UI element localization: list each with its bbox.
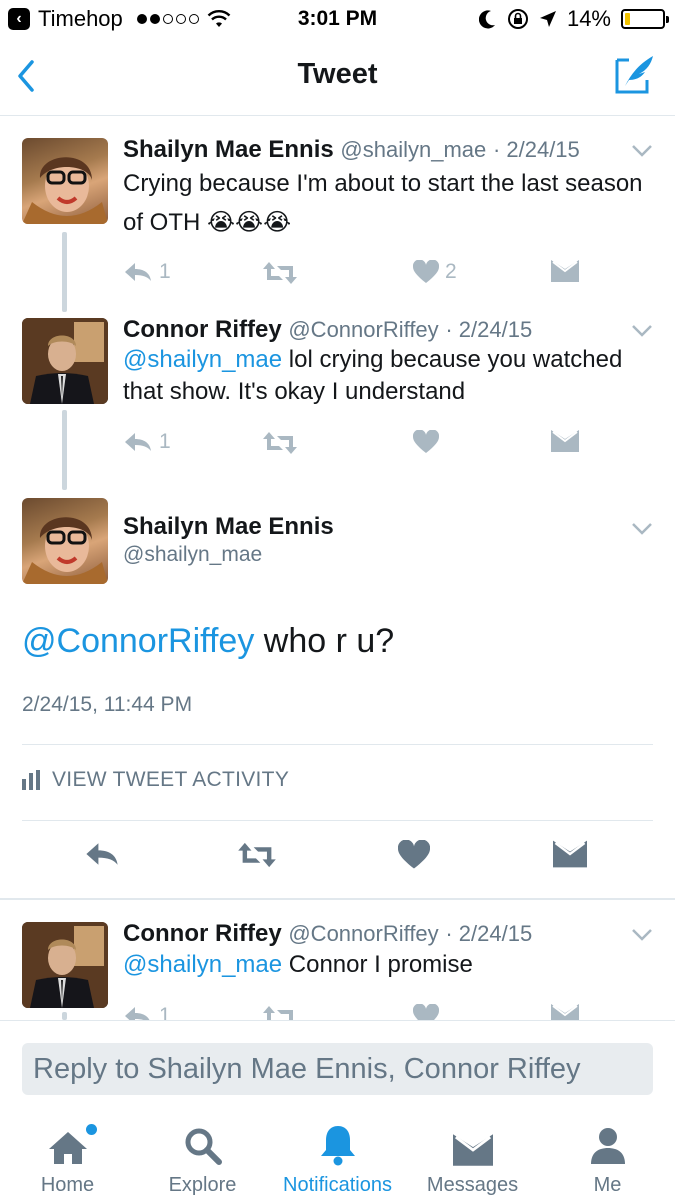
- like-button[interactable]: [413, 430, 439, 454]
- reply-bar: [0, 1020, 675, 1102]
- avatar[interactable]: [22, 138, 108, 224]
- avatar[interactable]: [22, 318, 108, 404]
- tweet-author-name[interactable]: Connor Riffey: [123, 316, 282, 343]
- tweet-text: @ConnorRiffey who r u?: [22, 622, 394, 661]
- reply-button[interactable]: 1: [123, 430, 171, 454]
- page-title: Tweet: [297, 58, 378, 90]
- tab-bar: Home Explore Notifications Messages Me: [0, 1108, 675, 1200]
- mention-link[interactable]: @shailyn_mae: [123, 346, 282, 373]
- retweet-icon: [263, 262, 297, 284]
- tab-home[interactable]: Home: [0, 1120, 135, 1197]
- location-icon: [539, 11, 556, 27]
- reply-count: 1: [159, 1004, 171, 1020]
- rotation-lock-icon: [507, 9, 528, 29]
- tweet-handle[interactable]: @ConnorRiffey: [288, 921, 438, 946]
- dm-button[interactable]: [551, 430, 579, 452]
- mention-link[interactable]: @ConnorRiffey: [22, 622, 254, 660]
- reply-button[interactable]: 1: [123, 260, 171, 284]
- person-icon: [590, 1128, 625, 1164]
- tweet-text: Crying because I'm about to start the la…: [123, 170, 643, 236]
- tab-notifications[interactable]: Notifications: [270, 1120, 405, 1197]
- home-icon: [48, 1132, 87, 1164]
- heart-icon[interactable]: [398, 840, 430, 870]
- tweet-body: Connor I promise: [282, 951, 473, 978]
- tweet-text: @shailyn_mae Connor I promise: [123, 948, 643, 982]
- divider: [22, 744, 653, 745]
- tweet-text: @shailyn_mae lol crying because you watc…: [123, 344, 643, 408]
- tweet-handle[interactable]: @ConnorRiffey: [288, 317, 438, 342]
- retweet-icon: [263, 1006, 293, 1020]
- battery-icon: [621, 9, 669, 29]
- reply-count: 1: [159, 430, 171, 453]
- view-tweet-activity-label: VIEW TWEET ACTIVITY: [52, 768, 290, 791]
- nav-bar: Tweet: [0, 38, 675, 116]
- retweet-icon: [263, 432, 297, 454]
- tab-me[interactable]: Me: [540, 1120, 675, 1197]
- chevron-down-icon[interactable]: [631, 144, 653, 158]
- bell-icon: [320, 1126, 355, 1166]
- retweet-button[interactable]: [261, 1004, 299, 1020]
- tab-messages[interactable]: Messages: [405, 1120, 540, 1197]
- tweet-author-name[interactable]: Connor Riffey: [123, 920, 282, 947]
- retweet-button[interactable]: [261, 260, 299, 286]
- chevron-down-icon[interactable]: [631, 928, 653, 942]
- retweet-icon[interactable]: [236, 840, 278, 870]
- chevron-down-icon[interactable]: [631, 324, 653, 338]
- reply-icon[interactable]: [84, 840, 120, 868]
- mention-link[interactable]: @shailyn_mae: [123, 951, 282, 978]
- retweet-button[interactable]: [261, 430, 299, 456]
- reply-icon: [125, 1007, 150, 1020]
- reply-icon: [125, 263, 151, 281]
- tweet-date: · 2/24/15: [445, 317, 533, 342]
- thread-line: [62, 410, 67, 490]
- heart-icon: [413, 1004, 439, 1020]
- avatar[interactable]: [22, 922, 108, 1008]
- reply-count: 1: [159, 260, 171, 283]
- divider: [0, 898, 675, 900]
- heart-icon: [413, 430, 439, 453]
- tweet-body: who r u?: [254, 622, 395, 660]
- new-content-dot: [86, 1124, 97, 1135]
- moon-icon: [478, 10, 495, 29]
- dm-button[interactable]: [551, 260, 579, 282]
- tweet-author-name[interactable]: Shailyn Mae Ennis: [123, 513, 334, 541]
- tweet-date: · 2/24/15: [445, 921, 533, 946]
- tab-label: Explore: [168, 1174, 237, 1196]
- like-button[interactable]: [413, 1004, 439, 1020]
- tab-label: Me: [593, 1174, 622, 1196]
- envelope-icon: [551, 1004, 579, 1020]
- tab-label: Home: [40, 1174, 95, 1196]
- envelope-icon: [551, 430, 579, 452]
- tweet-handle[interactable]: @shailyn_mae: [340, 137, 486, 162]
- divider: [22, 820, 653, 821]
- thread-line: [62, 232, 67, 312]
- tweet-handle[interactable]: @shailyn_mae: [123, 543, 262, 567]
- reply-icon: [125, 433, 151, 451]
- like-count: 2: [445, 260, 457, 283]
- envelope-icon: [551, 260, 579, 282]
- dm-button[interactable]: [551, 1004, 579, 1020]
- bar-chart-icon: [22, 770, 40, 790]
- heart-icon: [413, 260, 439, 283]
- tab-explore[interactable]: Explore: [135, 1120, 270, 1197]
- envelope-icon: [452, 1134, 493, 1166]
- tweet-author-name[interactable]: Shailyn Mae Ennis: [123, 136, 334, 163]
- view-tweet-activity-button[interactable]: VIEW TWEET ACTIVITY: [22, 768, 289, 792]
- envelope-icon[interactable]: [553, 840, 587, 868]
- reply-input[interactable]: [22, 1043, 653, 1095]
- battery-percent: 14%: [566, 6, 611, 31]
- reply-button[interactable]: 1: [123, 1004, 171, 1020]
- search-icon: [185, 1128, 222, 1165]
- status-bar: ‹ Timehop 3:01 PM 14%: [0, 0, 675, 38]
- chevron-down-icon[interactable]: [631, 522, 653, 536]
- thread-line: [62, 1012, 67, 1020]
- avatar[interactable]: [22, 498, 108, 584]
- tweet-timestamp: 2/24/15, 11:44 PM: [22, 693, 193, 716]
- compose-tweet-icon[interactable]: [613, 52, 657, 96]
- tab-label: Messages: [426, 1174, 519, 1196]
- like-button[interactable]: 2: [413, 260, 457, 284]
- tweet-date: · 2/24/15: [492, 137, 580, 162]
- tab-label: Notifications: [283, 1174, 392, 1196]
